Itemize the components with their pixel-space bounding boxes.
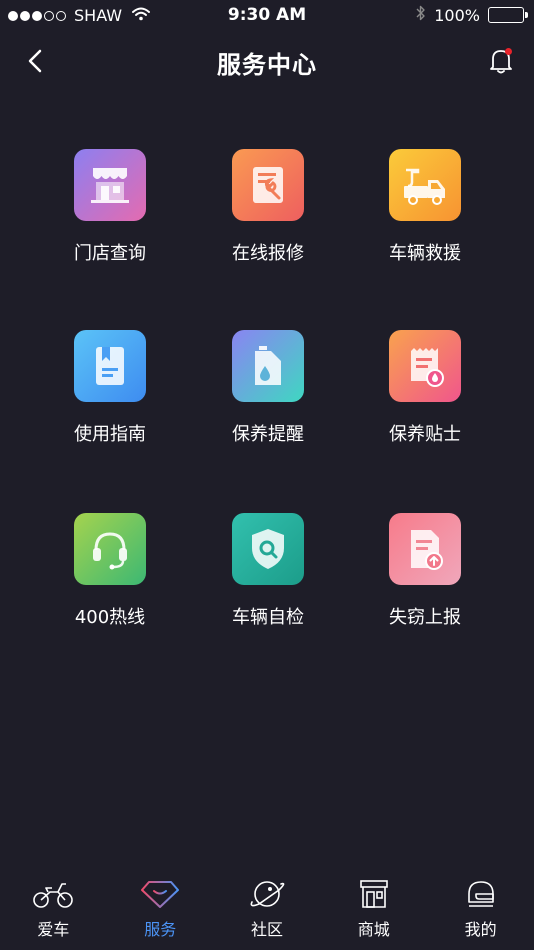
back-button[interactable] — [18, 44, 52, 78]
tab-mine[interactable]: 我的 — [427, 866, 534, 950]
repair-form-icon — [232, 149, 304, 221]
tab-service[interactable]: 服务 — [107, 866, 214, 950]
service-label: 保养贴士 — [389, 424, 461, 445]
bluetooth-icon — [416, 5, 426, 25]
service-label: 在线报修 — [232, 243, 304, 264]
battery-percent: 100% — [434, 5, 480, 25]
service-label: 失窃上报 — [389, 607, 461, 628]
service-label: 使用指南 — [74, 424, 146, 445]
status-bar: SHAW 9:30 AM 100% — [0, 0, 534, 32]
shield-search-icon — [232, 513, 304, 585]
guide-book-icon — [74, 330, 146, 402]
service-vehicle-rescue[interactable]: 车辆救援 — [355, 149, 495, 279]
tab-label: 社区 — [250, 920, 283, 939]
tab-label: 我的 — [464, 920, 497, 939]
service-store-query[interactable]: 门店查询 — [40, 149, 180, 279]
signal-dot-icon — [32, 10, 42, 21]
diamond-icon — [138, 876, 182, 912]
service-hotline[interactable]: 400热线 — [40, 513, 180, 643]
oil-can-icon — [232, 330, 304, 402]
signal-dot-icon — [44, 10, 54, 21]
battery-icon — [488, 7, 528, 23]
service-user-guide[interactable]: 使用指南 — [40, 330, 180, 460]
service-online-repair[interactable]: 在线报修 — [198, 149, 338, 279]
signal-dot-icon — [56, 10, 66, 21]
service-label: 车辆自检 — [232, 607, 304, 628]
tab-mall[interactable]: 商城 — [320, 866, 427, 950]
chevron-left-icon — [28, 49, 42, 73]
tab-label: 商城 — [357, 920, 390, 939]
motorcycle-icon — [31, 876, 75, 912]
notification-button[interactable] — [484, 44, 518, 78]
service-maintenance-reminder[interactable]: 保养提醒 — [198, 330, 338, 460]
service-label: 400热线 — [74, 607, 146, 628]
service-grid: 门店查询 在线报修 车辆救援 使用指南 保养提醒 保养贴士 400热线 车辆自检… — [0, 0, 534, 950]
receipt-tips-icon — [389, 330, 461, 402]
service-theft-report[interactable]: 失窃上报 — [355, 513, 495, 643]
service-maintenance-tips[interactable]: 保养贴士 — [355, 330, 495, 460]
tab-bar: 爱车 服务 社区 商城 我的 — [0, 866, 534, 950]
nav-bar: 服务中心 — [0, 32, 534, 88]
service-self-check[interactable]: 车辆自检 — [198, 513, 338, 643]
tab-my-car[interactable]: 爱车 — [0, 866, 107, 950]
tab-label: 爱车 — [37, 920, 70, 939]
service-label: 门店查询 — [74, 243, 146, 264]
service-label: 车辆救援 — [389, 243, 461, 264]
carrier-signal: SHAW — [8, 6, 151, 25]
shop-icon — [352, 876, 396, 912]
status-right: 100% — [416, 5, 528, 25]
page-title: 服务中心 — [217, 51, 317, 79]
store-icon — [74, 149, 146, 221]
signal-dot-icon — [8, 10, 18, 21]
tab-community[interactable]: 社区 — [214, 866, 321, 950]
service-label: 保养提醒 — [232, 424, 304, 445]
report-upload-icon — [389, 513, 461, 585]
planet-icon — [245, 876, 289, 912]
headset-icon — [74, 513, 146, 585]
helmet-icon — [459, 876, 503, 912]
signal-dot-icon — [20, 10, 30, 21]
tow-truck-icon — [389, 149, 461, 221]
wifi-icon — [132, 6, 151, 25]
carrier-name: SHAW — [74, 6, 123, 25]
tab-label: 服务 — [144, 920, 177, 939]
screen: SHAW 9:30 AM 100% 服务中心 门店查询 在线报修 车辆救援 使用… — [0, 0, 534, 950]
notification-dot — [505, 48, 512, 55]
